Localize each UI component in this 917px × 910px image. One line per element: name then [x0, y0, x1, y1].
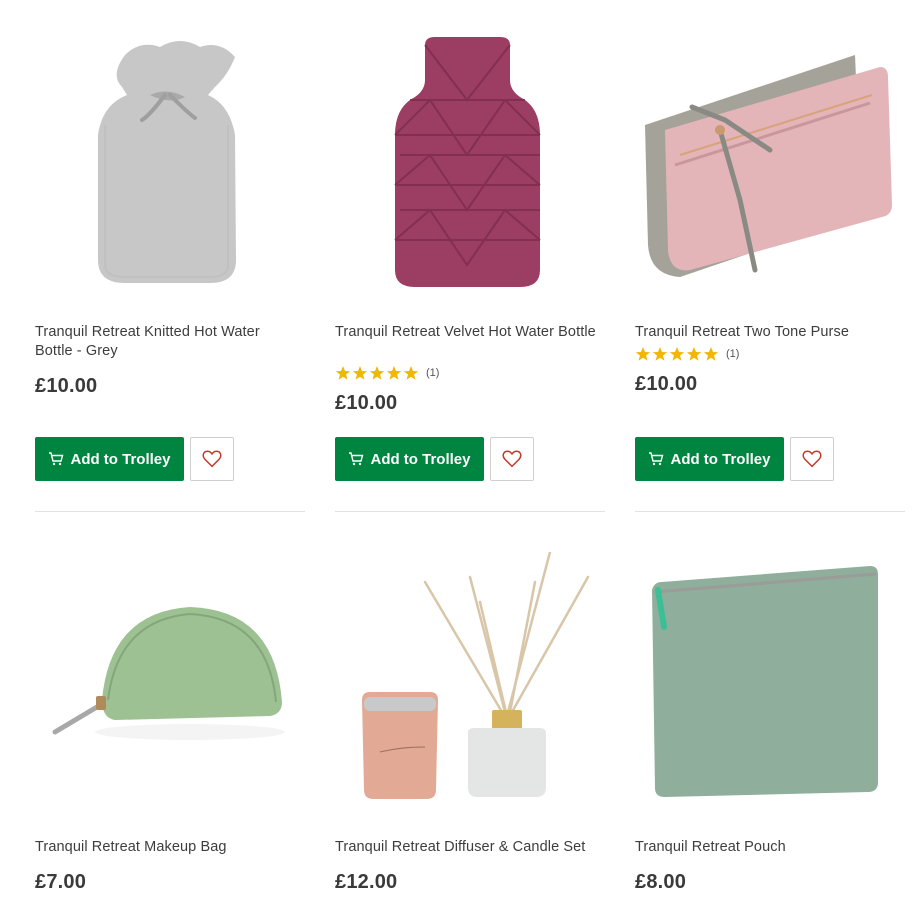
product-rating: (1) [635, 346, 739, 362]
two-tone-purse-image [630, 25, 905, 300]
grey-hot-water-bottle-image [30, 25, 305, 300]
product-card: Tranquil Retreat Pouch £8.00 [630, 512, 905, 910]
star-icon [652, 347, 668, 361]
product-card: Tranquil Retreat Velvet Hot Water Bottle… [330, 0, 605, 512]
add-to-trolley-button[interactable]: Add to Trolley [335, 437, 484, 481]
product-title[interactable]: Tranquil Retreat Knitted Hot Water Bottl… [35, 323, 300, 361]
diffuser-candle-set-image [330, 552, 605, 827]
product-rating: (1) [335, 365, 439, 381]
heart-icon [802, 450, 822, 468]
product-image[interactable] [630, 552, 905, 827]
star-icon [703, 347, 719, 361]
product-card: Tranquil Retreat Knitted Hot Water Bottl… [30, 0, 305, 512]
trolley-icon [49, 452, 64, 466]
trolley-icon [349, 452, 364, 466]
star-icon [352, 366, 368, 380]
product-title[interactable]: Tranquil Retreat Pouch [635, 838, 900, 857]
add-to-trolley-label: Add to Trolley [70, 450, 171, 468]
product-price: £10.00 [335, 392, 398, 414]
star-icon [635, 347, 651, 361]
product-image[interactable] [30, 25, 305, 300]
product-image[interactable] [330, 25, 605, 300]
product-card: Tranquil Retreat Two Tone Purse (1) £10.… [630, 0, 905, 512]
add-to-trolley-button[interactable]: Add to Trolley [35, 437, 184, 481]
product-title[interactable]: Tranquil Retreat Velvet Hot Water Bottle [335, 323, 600, 342]
review-count[interactable]: (1) [726, 348, 739, 360]
add-to-trolley-button[interactable]: Add to Trolley [635, 437, 784, 481]
star-icon [686, 347, 702, 361]
star-icon [669, 347, 685, 361]
product-card: Tranquil Retreat Diffuser & Candle Set £… [330, 512, 605, 910]
star-icon [369, 366, 385, 380]
add-to-trolley-label: Add to Trolley [670, 450, 771, 468]
favourite-button[interactable] [790, 437, 834, 481]
product-image[interactable] [30, 552, 305, 827]
favourite-button[interactable] [490, 437, 534, 481]
velvet-hot-water-bottle-image [330, 25, 605, 300]
trolley-icon [649, 452, 664, 466]
star-icon [403, 366, 419, 380]
product-title[interactable]: Tranquil Retreat Makeup Bag [35, 838, 300, 857]
product-title[interactable]: Tranquil Retreat Diffuser & Candle Set [335, 838, 600, 857]
star-icon [386, 366, 402, 380]
pouch-image [630, 552, 905, 827]
heart-icon [502, 450, 522, 468]
star-icon [335, 366, 351, 380]
product-title[interactable]: Tranquil Retreat Two Tone Purse [635, 323, 900, 342]
add-to-trolley-label: Add to Trolley [370, 450, 471, 468]
product-price: £8.00 [635, 871, 687, 893]
product-price: £10.00 [635, 373, 698, 395]
review-count[interactable]: (1) [426, 367, 439, 379]
product-grid: Tranquil Retreat Knitted Hot Water Bottl… [0, 0, 917, 910]
favourite-button[interactable] [190, 437, 234, 481]
product-price: £7.00 [35, 871, 87, 893]
product-price: £12.00 [335, 871, 398, 893]
product-image[interactable] [330, 552, 605, 827]
product-card: Tranquil Retreat Makeup Bag £7.00 [30, 512, 305, 910]
heart-icon [202, 450, 222, 468]
product-price: £10.00 [35, 375, 98, 397]
product-image[interactable] [630, 25, 905, 300]
makeup-bag-image [30, 552, 305, 827]
